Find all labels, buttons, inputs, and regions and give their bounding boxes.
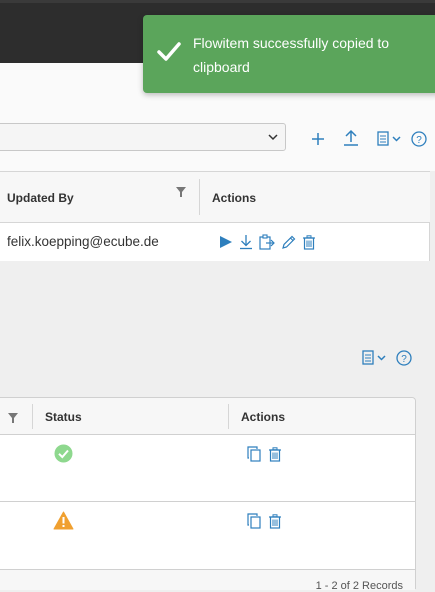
- delete-button[interactable]: [267, 446, 283, 462]
- table-row: [0, 435, 415, 501]
- delete-button[interactable]: [267, 513, 283, 529]
- help-button-2[interactable]: ?: [395, 349, 413, 367]
- plus-icon: [312, 133, 324, 145]
- column-header-actions: Actions: [241, 410, 286, 424]
- success-toast[interactable]: Flowitem successfully copied to clipboar…: [143, 15, 435, 93]
- run-button[interactable]: [218, 234, 234, 250]
- help-icon: ?: [411, 131, 427, 147]
- column-menu-button[interactable]: [376, 130, 404, 148]
- columns-menu-icon: [362, 350, 386, 365]
- versions-table: Status Actions 1 - 2 of 2 Records: [0, 397, 416, 592]
- filter-icon[interactable]: [8, 413, 18, 423]
- toast-message: Flowitem successfully copied to clipboar…: [193, 35, 390, 75]
- column-divider: [32, 404, 33, 429]
- copy-icon: [247, 446, 261, 462]
- download-icon: [240, 235, 252, 250]
- edit-button[interactable]: [280, 234, 296, 250]
- table-header: Updated By Actions: [0, 171, 430, 223]
- play-icon: [220, 236, 232, 248]
- table-footer: 1 - 2 of 2 Records: [0, 569, 415, 592]
- edit-icon: [281, 235, 295, 249]
- copy-to-clipboard-icon: [259, 234, 275, 250]
- checkmark-icon: [157, 42, 181, 61]
- download-button[interactable]: [238, 234, 254, 250]
- table-row: [0, 502, 415, 568]
- column-header-actions: Actions: [212, 191, 257, 205]
- upload-icon: [344, 129, 358, 146]
- success-status-icon: [54, 444, 73, 463]
- delete-icon: [269, 446, 281, 462]
- column-menu-button-2[interactable]: [361, 349, 389, 367]
- copy-button[interactable]: [246, 513, 262, 529]
- table-row: felix.koepping@ecube.de: [0, 223, 430, 261]
- column-header-status: Status: [45, 410, 82, 424]
- chevron-down-icon: [268, 134, 278, 141]
- copy-button[interactable]: [246, 446, 262, 462]
- svg-text:?: ?: [416, 135, 422, 146]
- flowitems-table: Updated By Actions felix.koepping@ecube.…: [0, 171, 430, 261]
- delete-button[interactable]: [301, 234, 317, 250]
- table-header: Status Actions: [0, 398, 415, 435]
- help-icon: ?: [396, 350, 412, 366]
- filter-icon[interactable]: [176, 187, 186, 197]
- delete-icon: [303, 234, 315, 250]
- copy-to-clipboard-button[interactable]: [258, 234, 276, 250]
- help-button[interactable]: ?: [410, 130, 428, 148]
- column-divider: [199, 179, 200, 215]
- column-divider: [228, 404, 229, 429]
- record-count: 1 - 2 of 2 Records: [315, 580, 403, 592]
- upload-button[interactable]: [342, 129, 360, 147]
- copy-icon: [247, 513, 261, 529]
- warning-status-icon: [53, 511, 74, 530]
- add-button[interactable]: [309, 130, 327, 148]
- selection-dropdown[interactable]: [0, 123, 286, 151]
- updated-by-cell: felix.koepping@ecube.de: [7, 234, 159, 249]
- columns-menu-icon: [377, 131, 401, 146]
- delete-icon: [269, 513, 281, 529]
- svg-text:?: ?: [401, 354, 407, 365]
- column-header-updated-by: Updated By: [7, 191, 74, 205]
